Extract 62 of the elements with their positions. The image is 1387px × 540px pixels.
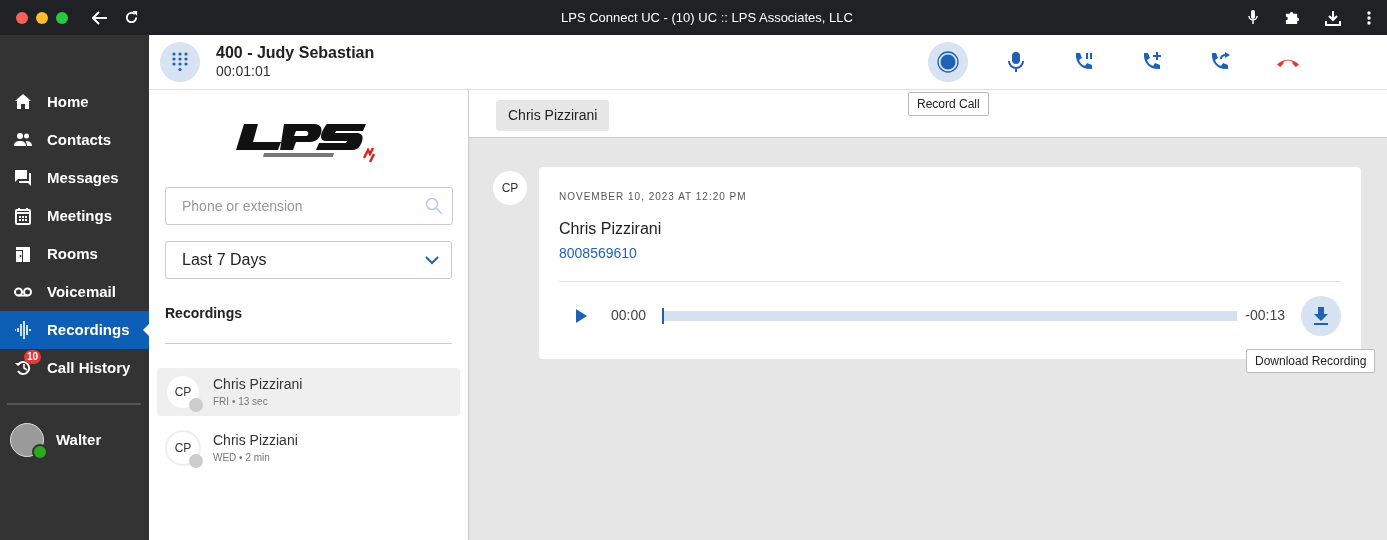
- nav-item[interactable]: Rooms: [0, 235, 149, 273]
- more-menu-icon[interactable]: [1367, 10, 1371, 25]
- contact-avatar: CP: [493, 171, 527, 205]
- home-icon: [14, 93, 32, 111]
- nav-item[interactable]: Home: [0, 83, 149, 121]
- dialpad-icon: [171, 51, 189, 73]
- people-icon: [14, 131, 32, 149]
- reload-icon[interactable]: [124, 10, 139, 25]
- record-button[interactable]: [928, 42, 968, 82]
- section-heading: Recordings: [165, 305, 242, 321]
- notification-count: 10: [24, 350, 42, 364]
- chat-icon: [14, 169, 32, 187]
- door-icon: [14, 245, 32, 263]
- record-icon: [937, 51, 959, 73]
- calendar-icon: [14, 207, 32, 225]
- call-duration: 00:01:01: [216, 63, 272, 81]
- elapsed-time: 00:00: [611, 306, 647, 325]
- minimize-window-control[interactable]: [36, 11, 48, 24]
- window-title: LPS Connect UC - (10) UC :: LPS Associates, LLC: [561, 8, 853, 27]
- search-icon: [425, 197, 443, 215]
- nav-item[interactable]: Recordings: [0, 311, 149, 349]
- recording-list-item[interactable]: CP Chris Pizzirani FRI • 13 sec: [157, 368, 460, 416]
- contact-name: Chris Pizzirani: [213, 376, 303, 393]
- recording-meta: FRI • 13 sec: [213, 395, 269, 408]
- search-field[interactable]: Phone or extension: [165, 187, 453, 225]
- nav-item[interactable]: Messages: [0, 159, 149, 197]
- recording-meta: WED • 2 min: [213, 451, 271, 464]
- puzzle-icon[interactable]: [1284, 10, 1299, 25]
- nav-item[interactable]: Voicemail: [0, 273, 149, 311]
- hang-up-icon: [1277, 57, 1299, 67]
- history-icon: [14, 359, 32, 377]
- date-range-dropdown[interactable]: Last 7 Days: [165, 241, 452, 279]
- recording-list-item[interactable]: CP Chris Pizziani WED • 2 min: [157, 424, 460, 472]
- back-arrow-icon[interactable]: [92, 10, 108, 25]
- nav-item[interactable]: Call History 10: [0, 349, 149, 387]
- microphone-icon: [1005, 51, 1027, 73]
- zoom-window-control[interactable]: [56, 11, 68, 24]
- close-window-control[interactable]: [16, 11, 28, 24]
- microphone-icon[interactable]: [1248, 10, 1258, 25]
- user-name: Walter: [56, 429, 102, 450]
- user-avatar[interactable]: [10, 423, 44, 457]
- contact-avatar: CP: [165, 430, 201, 466]
- progress-track[interactable]: [662, 310, 1238, 321]
- conversation-tab[interactable]: Chris Pizzirani: [496, 100, 610, 131]
- contact-name: Chris Pizzirani: [559, 219, 663, 239]
- contact-avatar: CP: [165, 374, 201, 410]
- sound-wave-icon: [14, 321, 32, 339]
- call-title: 400 - Judy Sebastian: [216, 43, 375, 64]
- dialpad-button[interactable]: [160, 42, 200, 82]
- tooltip: Download Recording: [1246, 349, 1376, 373]
- download-icon: [1313, 306, 1329, 325]
- remaining-time: -00:13: [1245, 306, 1285, 325]
- timestamp: NOVEMBER 10, 2023 AT 12:20 PM: [559, 190, 748, 204]
- nav-item[interactable]: Contacts: [0, 121, 149, 159]
- tooltip: Record Call: [908, 92, 989, 116]
- play-icon[interactable]: [575, 308, 587, 323]
- download-icon[interactable]: [1325, 9, 1341, 26]
- phone-number-link[interactable]: 8008569610: [559, 245, 637, 261]
- nav-item[interactable]: Meetings: [0, 197, 149, 235]
- contact-name: Chris Pizziani: [213, 432, 298, 449]
- download-button[interactable]: [1301, 295, 1341, 336]
- chevron-down-icon: [425, 255, 439, 265]
